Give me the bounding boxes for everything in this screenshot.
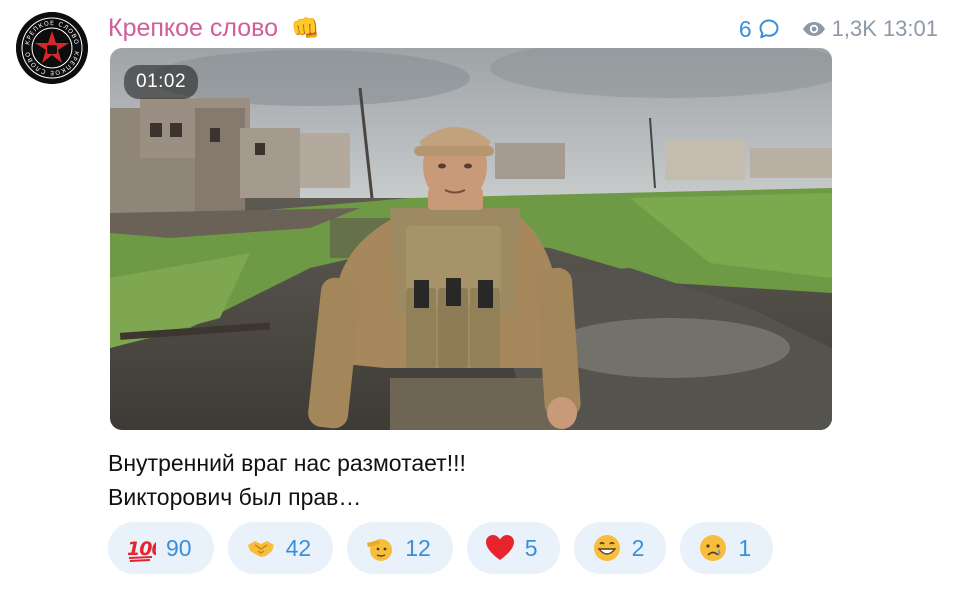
message-line: Викторович был прав… xyxy=(108,484,362,510)
comment-icon[interactable] xyxy=(758,18,780,40)
video-thumbnail xyxy=(110,48,832,430)
reaction-count: 42 xyxy=(285,534,312,561)
channel-logo-icon: КРЕПКОЕ СЛОВО КРЕПКОЕ СЛОВО xyxy=(16,12,88,84)
reaction-red-heart[interactable]: 5 xyxy=(466,522,560,574)
eye-icon xyxy=(802,22,825,36)
fist-icon: 👊 xyxy=(291,16,320,42)
video-player[interactable]: 01:02 xyxy=(110,48,832,430)
message-line: Внутренний враг нас размотает!!! xyxy=(108,450,466,476)
reaction-count: 5 xyxy=(524,534,538,561)
handshake-icon xyxy=(246,533,276,563)
post-time: 13:01 xyxy=(882,16,938,41)
channel-avatar[interactable]: КРЕПКОЕ СЛОВО КРЕПКОЕ СЛОВО xyxy=(16,12,88,84)
reaction-hundred-points[interactable]: 100 90 xyxy=(108,522,214,574)
post-meta: 6 1,3K 13:01 xyxy=(739,14,938,44)
reactions-bar: 100 90 42 xyxy=(108,522,774,574)
saluting-face-icon xyxy=(365,533,395,563)
reaction-count: 2 xyxy=(631,534,645,561)
reaction-grinning-face[interactable]: 2 xyxy=(573,522,667,574)
comments-count[interactable]: 6 xyxy=(739,16,752,43)
views-count: 1,3K xyxy=(831,16,877,41)
reaction-count: 1 xyxy=(738,534,752,561)
grinning-face-icon xyxy=(592,533,622,563)
channel-name-text: Крепкое слово xyxy=(108,14,279,42)
video-duration: 01:02 xyxy=(124,65,199,99)
red-heart-icon xyxy=(485,533,515,563)
channel-name[interactable]: Крепкое слово 👊 xyxy=(108,14,320,43)
reaction-count: 12 xyxy=(405,534,431,561)
reaction-crying-face[interactable]: 1 xyxy=(680,522,774,574)
message-text: Внутренний враг нас размотает!!! Викторо… xyxy=(108,446,466,514)
reaction-handshake[interactable]: 42 xyxy=(227,522,334,574)
reaction-count: 90 xyxy=(166,534,192,561)
crying-face-icon xyxy=(698,533,728,563)
hundred-points-icon: 100 xyxy=(126,533,156,563)
reaction-saluting-face[interactable]: 12 xyxy=(347,522,453,574)
